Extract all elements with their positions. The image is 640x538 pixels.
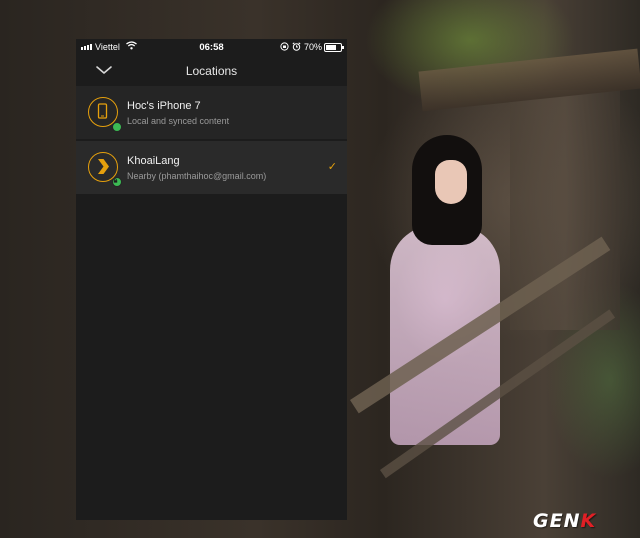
locations-list: Hoc's iPhone 7 Local and synced content …	[76, 86, 347, 194]
location-title: KhoaiLang	[127, 155, 180, 167]
genk-watermark-logo: GENK	[533, 510, 596, 532]
location-item-iphone[interactable]: Hoc's iPhone 7 Local and synced content	[76, 86, 347, 139]
checkmark-icon: ✓	[327, 161, 337, 173]
online-status-dot	[112, 122, 122, 132]
status-bar: Viettel 06:58 70%	[76, 39, 347, 57]
page-title: Locations	[185, 64, 238, 78]
watermark-prefix: GEN	[533, 510, 581, 532]
location-subtitle: Local and synced content	[127, 116, 230, 126]
alarm-icon	[292, 42, 301, 53]
lock-status-icon	[112, 177, 122, 187]
battery-percent: 70%	[304, 42, 323, 52]
nav-bar: Locations	[76, 57, 347, 85]
background-figure-dress	[390, 225, 500, 445]
phone-screen: Viettel 06:58 70% Locations Hoc's iPhone…	[76, 39, 347, 520]
rotation-lock-icon	[280, 42, 289, 53]
location-title: Hoc's iPhone 7	[127, 100, 201, 112]
background-figure-face	[435, 160, 467, 204]
location-subtitle: Nearby (phamthaihoc@gmail.com)	[127, 171, 267, 181]
battery-icon	[324, 43, 344, 52]
location-item-khoailang[interactable]: KhoaiLang Nearby (phamthaihoc@gmail.com)…	[76, 141, 347, 194]
watermark-suffix: K	[580, 510, 597, 532]
